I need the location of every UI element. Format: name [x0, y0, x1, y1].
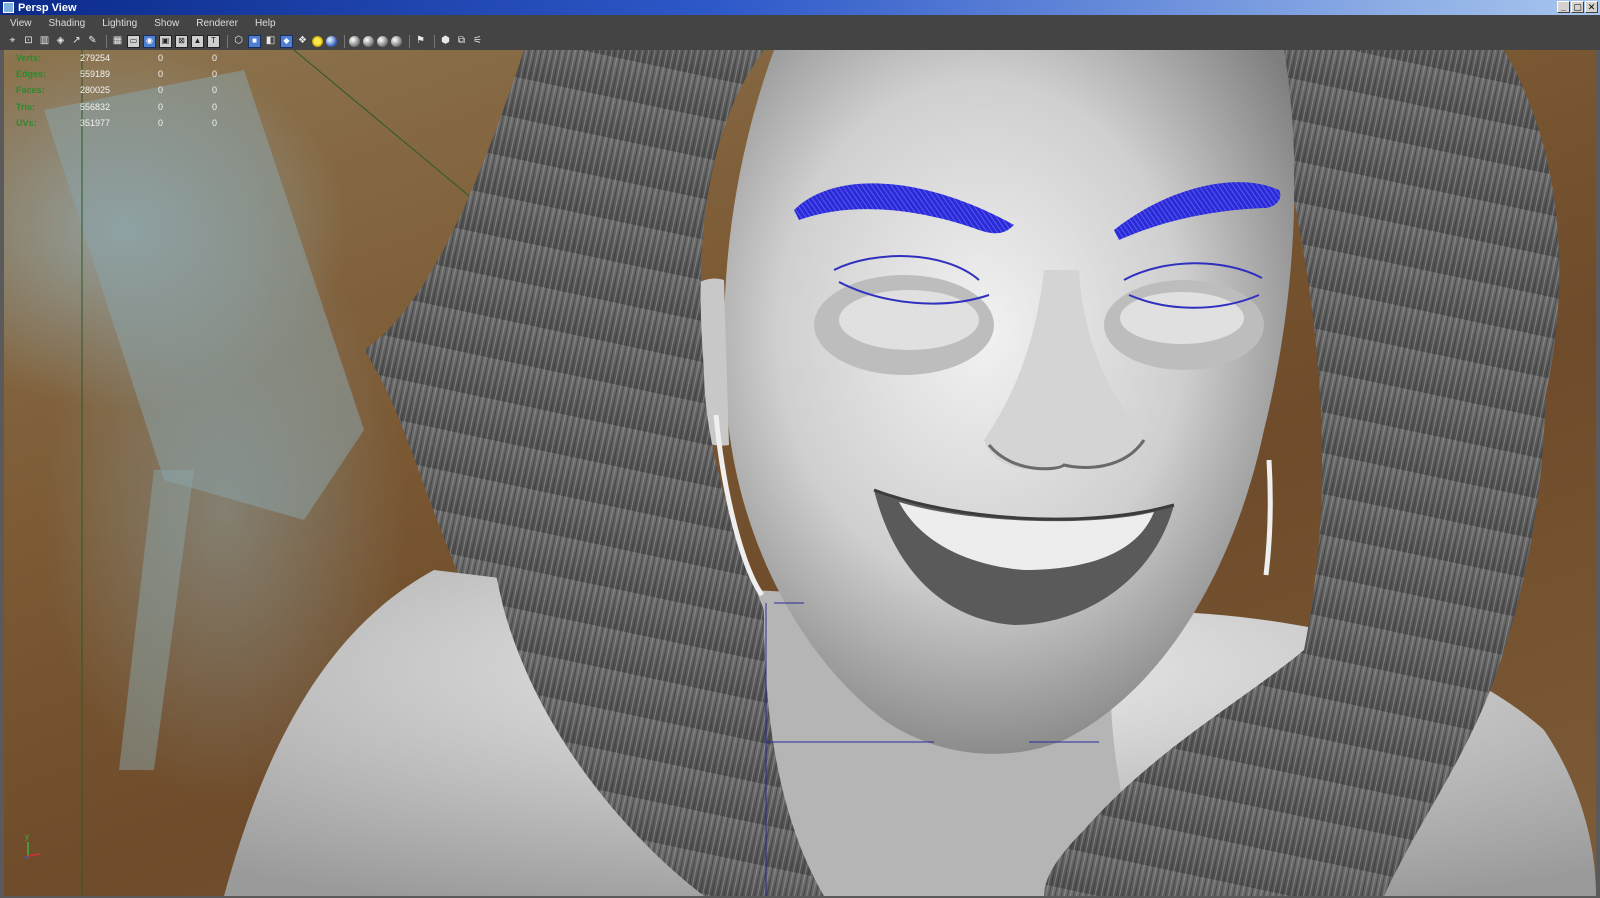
window-title: Persp View — [18, 1, 77, 14]
camera-attributes-icon[interactable]: ⚑ — [414, 35, 427, 48]
camera-attr-group: ⚑ — [414, 35, 427, 48]
layout-tools-group: ⬢ ⧉ ⚟ — [439, 35, 484, 48]
xray-components-icon[interactable] — [391, 35, 402, 47]
default-material-icon[interactable]: ◧ — [264, 35, 277, 48]
image-plane-icon[interactable]: ◈ — [54, 35, 67, 48]
shadows-icon[interactable] — [312, 35, 323, 47]
field-chart-icon[interactable]: ⊠ — [175, 34, 188, 48]
title-bar[interactable]: Persp View _ ▢ ✕ — [0, 0, 1600, 15]
use-all-lights-icon[interactable]: ❖ — [296, 35, 309, 48]
toolbar-separator — [106, 34, 107, 48]
app-icon — [3, 2, 14, 13]
gate-mask-icon[interactable]: ▣ — [159, 34, 172, 48]
xray-tools-group — [349, 35, 402, 47]
hud-value: 0 — [212, 117, 218, 128]
grid-icon[interactable]: ▦ — [111, 35, 124, 48]
hud-value: 0 — [212, 85, 218, 96]
hud-row-verts: Verts: 279254 0 0 — [16, 50, 242, 66]
menu-help[interactable]: Help — [245, 18, 283, 29]
hud-value: 0 — [158, 69, 164, 80]
hud-label: Edges: — [16, 69, 47, 80]
scene-render — [44, 50, 1596, 896]
2d-pan-icon[interactable]: ↗ — [70, 35, 83, 48]
menu-lighting[interactable]: Lighting — [92, 18, 144, 29]
hud-value: 556832 — [80, 101, 111, 112]
maya-viewport-window: Persp View _ ▢ ✕ View Shading Lighting S… — [0, 0, 1600, 898]
axis-gizmo-icon — [24, 842, 41, 860]
hud-value: 0 — [212, 53, 218, 63]
menu-shading[interactable]: Shading — [39, 18, 93, 29]
hud-row-edges: Edges: 559189 0 0 — [16, 66, 242, 82]
hud-value: 0 — [212, 69, 218, 80]
film-gate-icon[interactable]: ▭ — [127, 34, 140, 48]
safe-title-icon[interactable]: T — [207, 34, 220, 48]
hud-row-tris: Tris: 556832 0 0 — [16, 99, 242, 115]
resolution-gate-icon[interactable]: ◉ — [143, 34, 156, 48]
toolbar-separator — [344, 34, 345, 48]
toolbar-separator — [409, 34, 410, 48]
poly-count-hud: Verts: 279254 0 0 Edges: 559189 0 0 Face… — [16, 50, 242, 131]
panel-menu-bar: View Shading Lighting Show Renderer Help — [0, 15, 1600, 32]
lighting-ball-icon[interactable] — [326, 35, 337, 47]
menu-renderer[interactable]: Renderer — [186, 18, 245, 29]
hud-value: 0 — [158, 117, 164, 128]
shading-tools-group: ⬡ ■ ◧ ◆ ❖ — [232, 34, 337, 48]
hud-value: 351977 — [80, 117, 111, 128]
safe-action-icon[interactable]: ▲ — [191, 34, 204, 48]
textured-icon[interactable]: ◆ — [280, 34, 293, 48]
view-axis-indicator: y — [22, 832, 46, 860]
hud-value: 279254 — [80, 53, 111, 63]
viewport-layout-icon[interactable]: ⧉ — [455, 35, 468, 48]
viewport-20-icon[interactable]: ⬢ — [439, 35, 452, 48]
lock-camera-icon[interactable]: ⊡ — [22, 35, 35, 48]
xray-joints-icon[interactable] — [377, 35, 388, 47]
select-camera-icon[interactable]: ⌖ — [6, 35, 19, 48]
3d-viewport[interactable]: Verts: 279254 0 0 Edges: 559189 0 0 Face… — [4, 50, 1596, 896]
hud-label: Faces: — [16, 85, 45, 96]
smooth-shade-icon[interactable]: ■ — [248, 34, 261, 48]
hud-label: Verts: — [16, 53, 42, 63]
hud-value: 0 — [212, 101, 218, 112]
xray-icon[interactable] — [363, 35, 374, 47]
toolbar-separator — [227, 34, 228, 48]
gate-tools-group: ▦ ▭ ◉ ▣ ⊠ ▲ T — [111, 34, 220, 48]
hud-value: 0 — [158, 101, 164, 112]
hud-row-uvs: UVs: 351977 0 0 — [16, 115, 242, 131]
background-chair — [44, 70, 364, 770]
wireframe-icon[interactable]: ⬡ — [232, 35, 245, 48]
hud-value: 280025 — [80, 85, 111, 96]
isolate-select-icon[interactable] — [349, 35, 360, 47]
window-controls: _ ▢ ✕ — [1557, 1, 1598, 13]
hud-value: 0 — [158, 85, 164, 96]
grease-pencil-icon[interactable]: ✎ — [86, 35, 99, 48]
menu-show[interactable]: Show — [144, 18, 186, 29]
bookmark-icon[interactable]: ▥ — [38, 35, 51, 48]
panel-toolbar: ⌖ ⊡ ▥ ◈ ↗ ✎ ▦ ▭ ◉ ▣ ⊠ ▲ T ⬡ ■ ◧ ◆ ❖ ⚑ ⬢ … — [0, 32, 1600, 50]
minimize-button[interactable]: _ — [1557, 1, 1570, 13]
hud-label: UVs: — [16, 117, 37, 128]
hud-value: 0 — [158, 53, 164, 63]
camera-tools-group: ⌖ ⊡ ▥ ◈ ↗ ✎ — [6, 35, 99, 48]
close-button[interactable]: ✕ — [1585, 1, 1598, 13]
hud-row-faces: Faces: 280025 0 0 — [16, 82, 242, 98]
symmetry-icon[interactable]: ⚟ — [471, 35, 484, 48]
restore-button[interactable]: ▢ — [1571, 1, 1584, 13]
hud-value: 559189 — [80, 69, 111, 80]
hud-label: Tris: — [16, 101, 36, 112]
menu-view[interactable]: View — [0, 18, 39, 29]
toolbar-separator — [434, 34, 435, 48]
